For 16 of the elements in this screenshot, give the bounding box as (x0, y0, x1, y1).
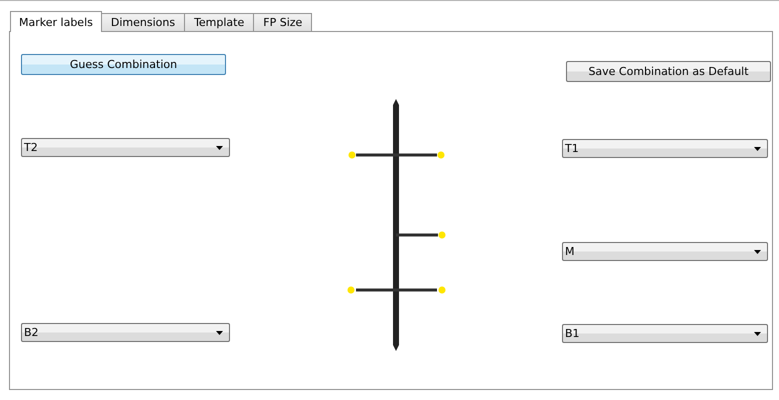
caret-icon (754, 332, 761, 336)
guess-combination-button[interactable]: Guess Combination (21, 54, 226, 75)
caret-icon (216, 146, 223, 150)
tab[interactable]: FP Size (253, 13, 312, 31)
dropdown[interactable]: T1 (562, 139, 768, 158)
tab[interactable]: Dimensions (100, 13, 186, 31)
caret-icon (754, 250, 761, 254)
dropdown[interactable]: B1 (562, 324, 768, 343)
dropdown[interactable]: T2 (21, 138, 230, 157)
tab[interactable]: Template (184, 13, 254, 31)
caret-icon (754, 146, 761, 150)
save-default-button[interactable]: Save Combination as Default (566, 61, 771, 82)
dropdown[interactable]: M (562, 242, 768, 261)
tab[interactable]: Marker labels (10, 11, 102, 32)
caret-icon (216, 330, 223, 334)
dropdown[interactable]: B2 (21, 323, 230, 342)
